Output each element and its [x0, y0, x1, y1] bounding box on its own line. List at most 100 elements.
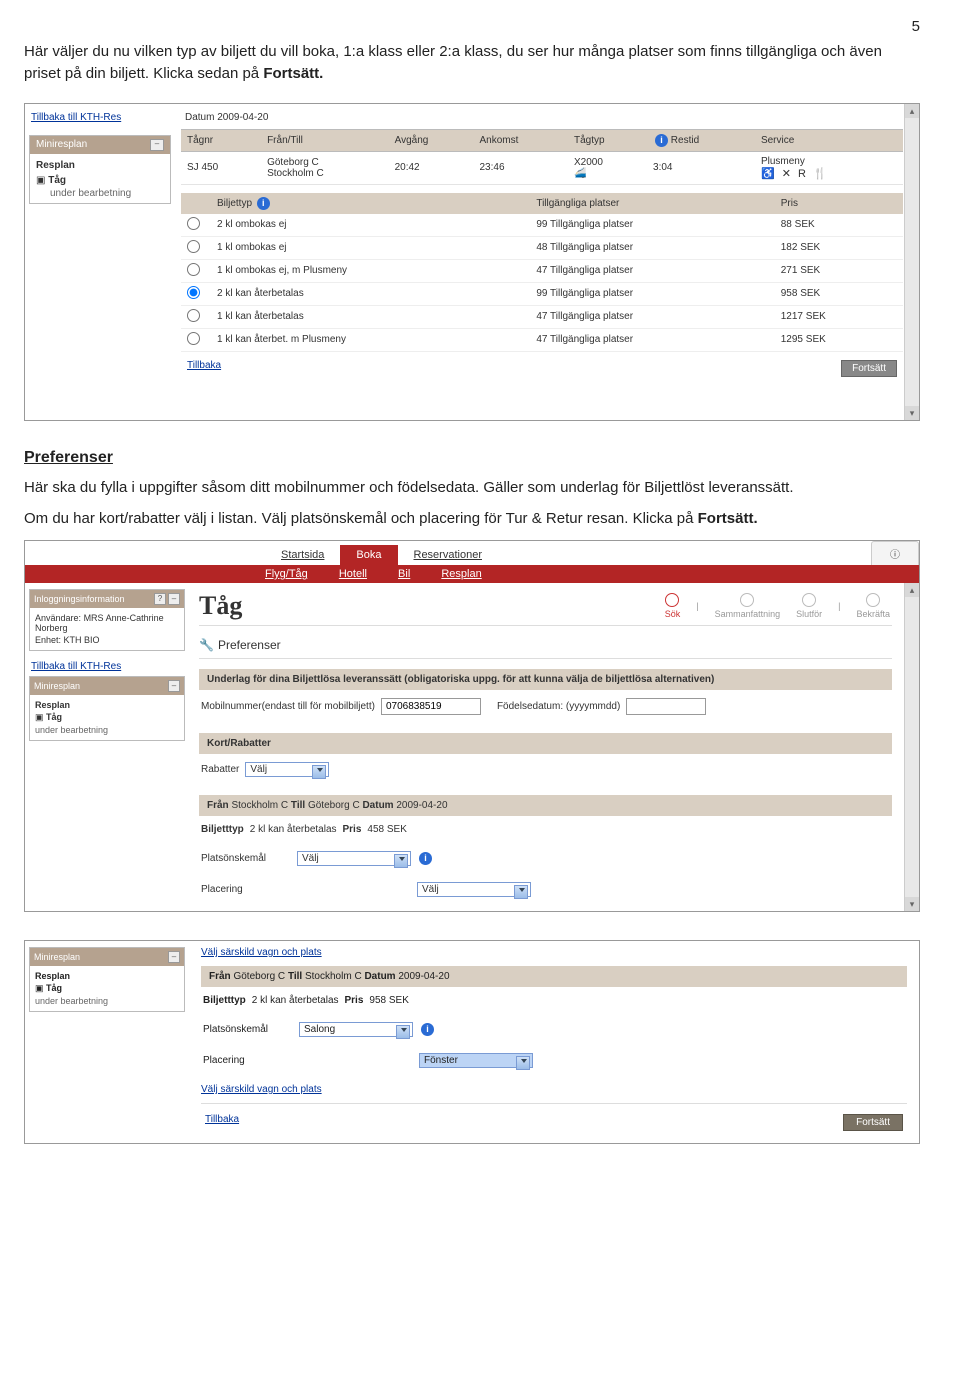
screenshot-preferenser: Startsida Boka Reservationer ⓘ Flyg/Tåg …: [24, 540, 920, 912]
ticket-row: 1 kl ombokas ej48 Tillgängliga platser18…: [181, 236, 903, 259]
under-bearbetning: under bearbetning: [35, 995, 179, 1007]
ticket-price: 182 SEK: [775, 236, 903, 259]
screenshot-preferenser-continued: Miniresplan– Resplan ▣ Tåg under bearbet…: [24, 940, 920, 1144]
enhet-label: Enhet:: [35, 635, 61, 645]
info-badge-icon[interactable]: i: [257, 197, 270, 210]
train-to: Stockholm C: [267, 168, 383, 179]
collapse-icon[interactable]: –: [168, 593, 180, 605]
scroll-up-icon[interactable]: ▴: [905, 583, 919, 597]
resplan-label: Resplan: [35, 971, 70, 981]
ticket-availability: 47 Tillgängliga platser: [530, 259, 774, 282]
back-to-kth-link[interactable]: Tillbaka till KTH-Res: [25, 104, 175, 131]
ticket-radio[interactable]: [187, 309, 200, 322]
step-slutfor: Slutför: [796, 593, 822, 619]
info-badge-icon[interactable]: i: [419, 852, 432, 865]
biljtyp-label: Biljetttyp: [201, 824, 244, 835]
band-kort-rabatter: Kort/Rabatter: [199, 733, 892, 754]
biljtyp-label: Biljetttyp: [203, 995, 246, 1006]
intro-part1: Här väljer du nu vilken typ av biljett d…: [24, 43, 882, 82]
scroll-down-icon[interactable]: ▾: [905, 897, 919, 911]
scrollbar[interactable]: ▴ ▾: [904, 583, 919, 911]
pris-value: 958 SEK: [369, 995, 408, 1006]
info-badge-icon[interactable]: i: [655, 134, 668, 147]
collapse-icon[interactable]: –: [168, 951, 180, 963]
service-icons: ♿ ✕ R 🍴: [761, 167, 897, 180]
collapse-icon[interactable]: –: [168, 680, 180, 692]
th-tagnr: Tågnr: [181, 129, 261, 151]
tillbaka-link[interactable]: Tillbaka: [187, 360, 221, 377]
ticket-type: 1 kl ombokas ej, m Plusmeny: [211, 259, 530, 282]
enhet-value: KTH BIO: [64, 635, 100, 645]
th-restid: i Restid: [647, 129, 755, 151]
collapse-icon[interactable]: –: [150, 139, 164, 151]
mobil-label: Mobilnummer(endast till för mobilbiljett…: [201, 701, 375, 712]
nav-reservationer[interactable]: Reservationer: [398, 545, 498, 565]
ticket-type: 1 kl ombokas ej: [211, 236, 530, 259]
platsonskemal-select[interactable]: Salong: [299, 1022, 413, 1037]
scroll-up-icon[interactable]: ▴: [905, 104, 919, 118]
back-to-kth-link[interactable]: Tillbaka till KTH-Res: [29, 657, 185, 676]
ticket-type: 1 kl kan återbetalas: [211, 305, 530, 328]
info-badge-icon[interactable]: i: [421, 1023, 434, 1036]
valj-vagn-link[interactable]: Välj särskild vagn och plats: [201, 947, 322, 958]
placering-select[interactable]: Fönster: [419, 1053, 533, 1068]
step-sok: Sök: [665, 593, 681, 619]
ticket-radio[interactable]: [187, 217, 200, 230]
th-ankomst: Ankomst: [474, 129, 568, 151]
subnav-resplan[interactable]: Resplan: [441, 568, 481, 580]
tillbaka-link[interactable]: Tillbaka: [205, 1114, 239, 1131]
scroll-down-icon[interactable]: ▾: [905, 406, 919, 420]
pris-label: Pris: [345, 995, 364, 1006]
tag-label: Tåg: [46, 712, 62, 722]
mobil-input[interactable]: [381, 698, 481, 715]
ticket-radio[interactable]: [187, 263, 200, 276]
ticket-price: 958 SEK: [775, 282, 903, 305]
train-row: SJ 450 Göteborg CStockholm C 20:42 23:46…: [181, 151, 903, 184]
under-bearbetning: under bearbetning: [35, 724, 179, 736]
sub-nav: Flyg/Tåg Hotell Bil Resplan: [25, 565, 919, 583]
intro-text: Här väljer du nu vilken typ av biljett d…: [24, 41, 920, 85]
step-sammanfattning: Sammanfattning: [715, 593, 781, 619]
ticket-row: 2 kl kan återbetalas99 Tillgängliga plat…: [181, 282, 903, 305]
ticket-price: 271 SEK: [775, 259, 903, 282]
ticket-radio[interactable]: [187, 286, 200, 299]
th-service: Service: [755, 129, 903, 151]
nav-startsida[interactable]: Startsida: [265, 545, 340, 565]
ticket-radio[interactable]: [187, 332, 200, 345]
placering-select[interactable]: Välj: [417, 882, 531, 897]
info-tab-icon[interactable]: ⓘ: [871, 541, 919, 565]
placering-label: Placering: [201, 884, 291, 895]
th-avgang: Avgång: [389, 129, 474, 151]
ticket-price: 88 SEK: [775, 214, 903, 237]
miniresplan-title: Miniresplan: [34, 952, 80, 962]
under-bearbetning: under bearbetning: [36, 188, 164, 199]
nav-boka[interactable]: Boka: [340, 545, 397, 565]
fortsatt-button[interactable]: Fortsätt: [841, 360, 897, 377]
fodelsedatum-input[interactable]: [626, 698, 706, 715]
tag-label: Tåg: [46, 983, 62, 993]
intro-bold: Fortsätt.: [263, 65, 323, 82]
screenshot-ticket-selection: ▴ ▾ Tillbaka till KTH-Res Miniresplan – …: [24, 103, 920, 421]
subnav-hotell[interactable]: Hotell: [339, 568, 367, 580]
subnav-flyg-tag[interactable]: Flyg/Tåg: [265, 568, 308, 580]
valj-vagn-link[interactable]: Välj särskild vagn och plats: [201, 1084, 322, 1095]
train-table: Tågnr Från/Till Avgång Ankomst Tågtyp i …: [181, 129, 903, 185]
page-number: 5: [24, 18, 920, 35]
ticket-price: 1217 SEK: [775, 305, 903, 328]
fortsatt-button[interactable]: Fortsätt: [843, 1114, 903, 1131]
th-pris: Pris: [775, 193, 903, 214]
miniresplan-title: Miniresplan: [34, 681, 80, 691]
resplan-label: Resplan: [35, 700, 70, 710]
ticket-radio[interactable]: [187, 240, 200, 253]
rabatter-select[interactable]: Välj: [245, 762, 329, 777]
scrollbar[interactable]: ▴ ▾: [904, 104, 919, 420]
ticket-price: 1295 SEK: [775, 328, 903, 351]
login-info-panel: Inloggningsinformation ?– Användare: MRS…: [29, 589, 185, 651]
subnav-bil[interactable]: Bil: [398, 568, 410, 580]
biljtyp-value: 2 kl kan återbetalas: [250, 824, 337, 835]
datum-value: 2009-04-20: [217, 112, 268, 123]
ticket-availability: 48 Tillgängliga platser: [530, 236, 774, 259]
help-icon[interactable]: ?: [154, 593, 166, 605]
platsonskemal-select[interactable]: Välj: [297, 851, 411, 866]
rabatter-label: Rabatter: [201, 764, 239, 775]
